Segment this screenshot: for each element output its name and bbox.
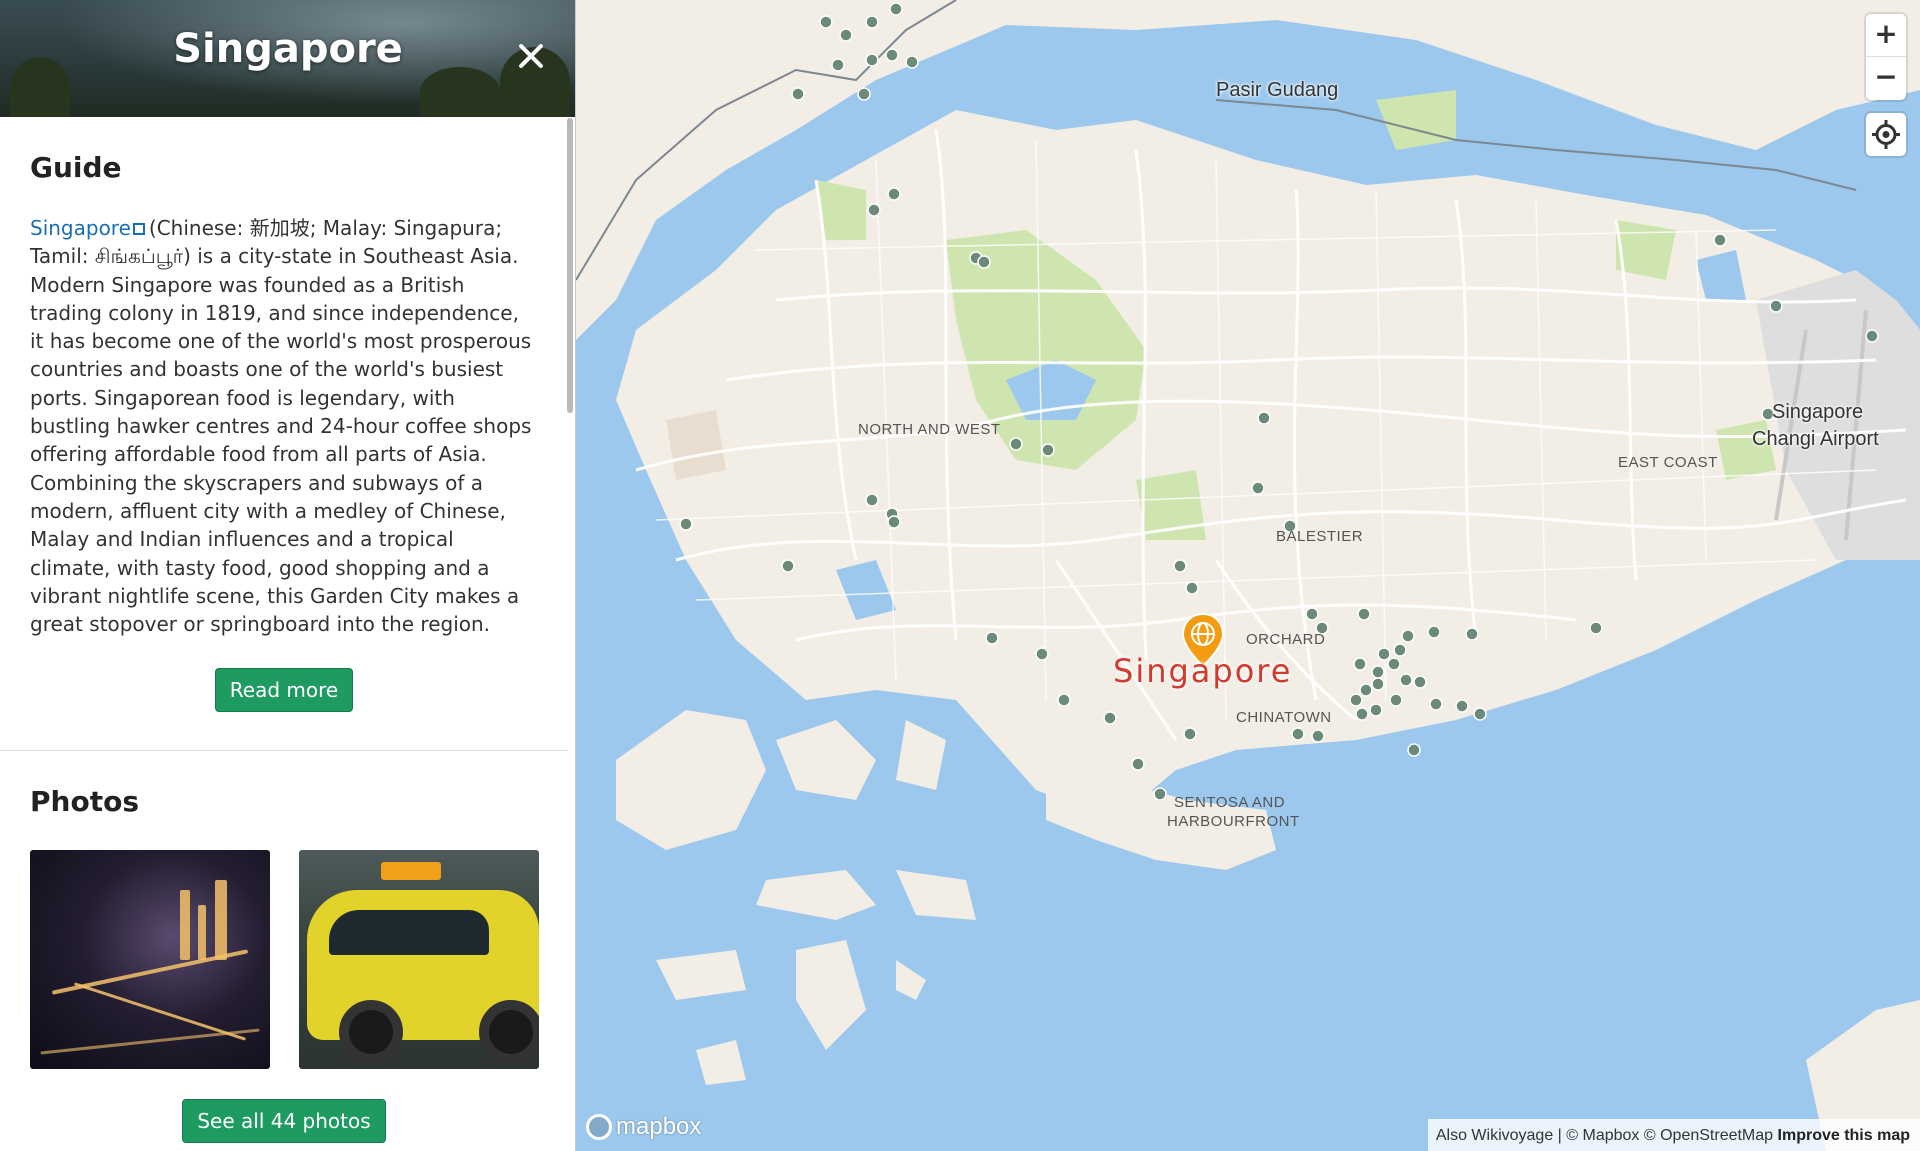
district-label-east-coast: EAST COAST [1618, 454, 1718, 471]
district-label-sentosa-line2: HARBOURFRONT [1167, 813, 1300, 830]
place-label-changi-line2: Changi Airport [1752, 428, 1879, 450]
close-icon[interactable] [513, 38, 549, 74]
guide-heading: Guide [30, 151, 122, 184]
sidebar-panel: Singapore Guide Singapore (Chinese: 新加坡; … [0, 0, 576, 1151]
external-link-icon [132, 223, 145, 235]
map-attribution: Also Wikivoyage | © Mapbox © OpenStreetM… [1427, 1119, 1920, 1151]
photo-grid [30, 850, 568, 1070]
guide-description: Singapore (Chinese: 新加坡; Malay: Singapura… [30, 214, 538, 638]
header-image-tree [420, 67, 500, 117]
attribution-text[interactable]: Also Wikivoyage | © Mapbox © OpenStreetM… [1436, 1127, 1773, 1144]
district-label-orchard: ORCHARD [1246, 631, 1326, 648]
zoom-out-button[interactable]: − [1866, 57, 1906, 100]
page-title: Singapore [173, 26, 403, 72]
photo-thumbnail-taxi[interactable] [299, 850, 539, 1070]
locate-icon [1872, 120, 1900, 149]
map-base [576, 0, 1920, 1151]
photo-thumbnail-skyline[interactable] [30, 850, 270, 1070]
mapbox-logo-icon [586, 1114, 612, 1140]
improve-map-link[interactable]: Improve this map [1778, 1127, 1910, 1144]
sidebar-content[interactable]: Guide Singapore (Chinese: 新加坡; Malay: Sin… [0, 117, 568, 1151]
mapbox-logo-text: mapbox [616, 1113, 702, 1140]
zoom-control: + − [1866, 14, 1906, 100]
guide-link[interactable]: Singapore [30, 216, 131, 240]
section-divider [0, 750, 568, 752]
photos-heading: Photos [30, 785, 139, 819]
district-label-sentosa-line1: SENTOSA AND [1174, 794, 1286, 811]
place-label-changi-line1: Singapore [1772, 401, 1864, 423]
district-label-chinatown: CHINATOWN [1236, 709, 1332, 726]
mapbox-logo[interactable]: mapbox [586, 1113, 701, 1141]
see-all-photos-button[interactable]: See all 44 photos [182, 1099, 386, 1144]
city-label[interactable]: Singapore [1113, 652, 1292, 690]
sidebar-scrollbar[interactable] [567, 118, 573, 413]
zoom-in-button[interactable]: + [1866, 14, 1906, 57]
guide-body: (Chinese: 新加坡; Malay: Singapura; Tamil: … [30, 216, 532, 637]
district-label-balestier: BALESTIER [1276, 528, 1364, 545]
place-label-pasir-gudang: Pasir Gudang [1216, 79, 1339, 101]
map-canvas[interactable]: Pasir Gudang Singapore Changi Airport NO… [576, 0, 1920, 1151]
geolocate-button[interactable] [1866, 113, 1906, 156]
district-label-north-west: NORTH AND WEST [858, 421, 1001, 438]
read-more-button[interactable]: Read more [214, 668, 354, 713]
sidebar-header: Singapore [0, 0, 575, 117]
